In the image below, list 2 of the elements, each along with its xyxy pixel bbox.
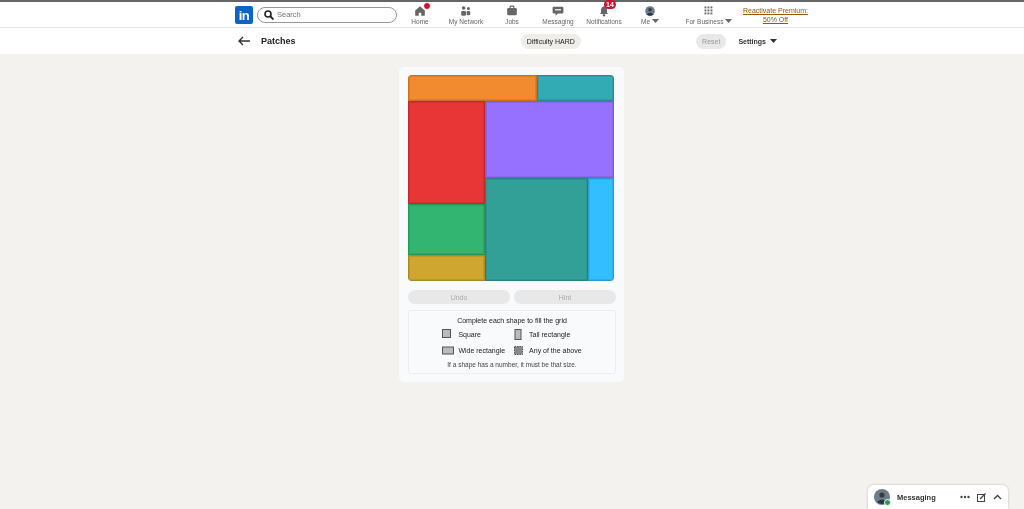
logo[interactable]: in — [235, 5, 253, 24]
page-title: Patches — [261, 36, 296, 46]
